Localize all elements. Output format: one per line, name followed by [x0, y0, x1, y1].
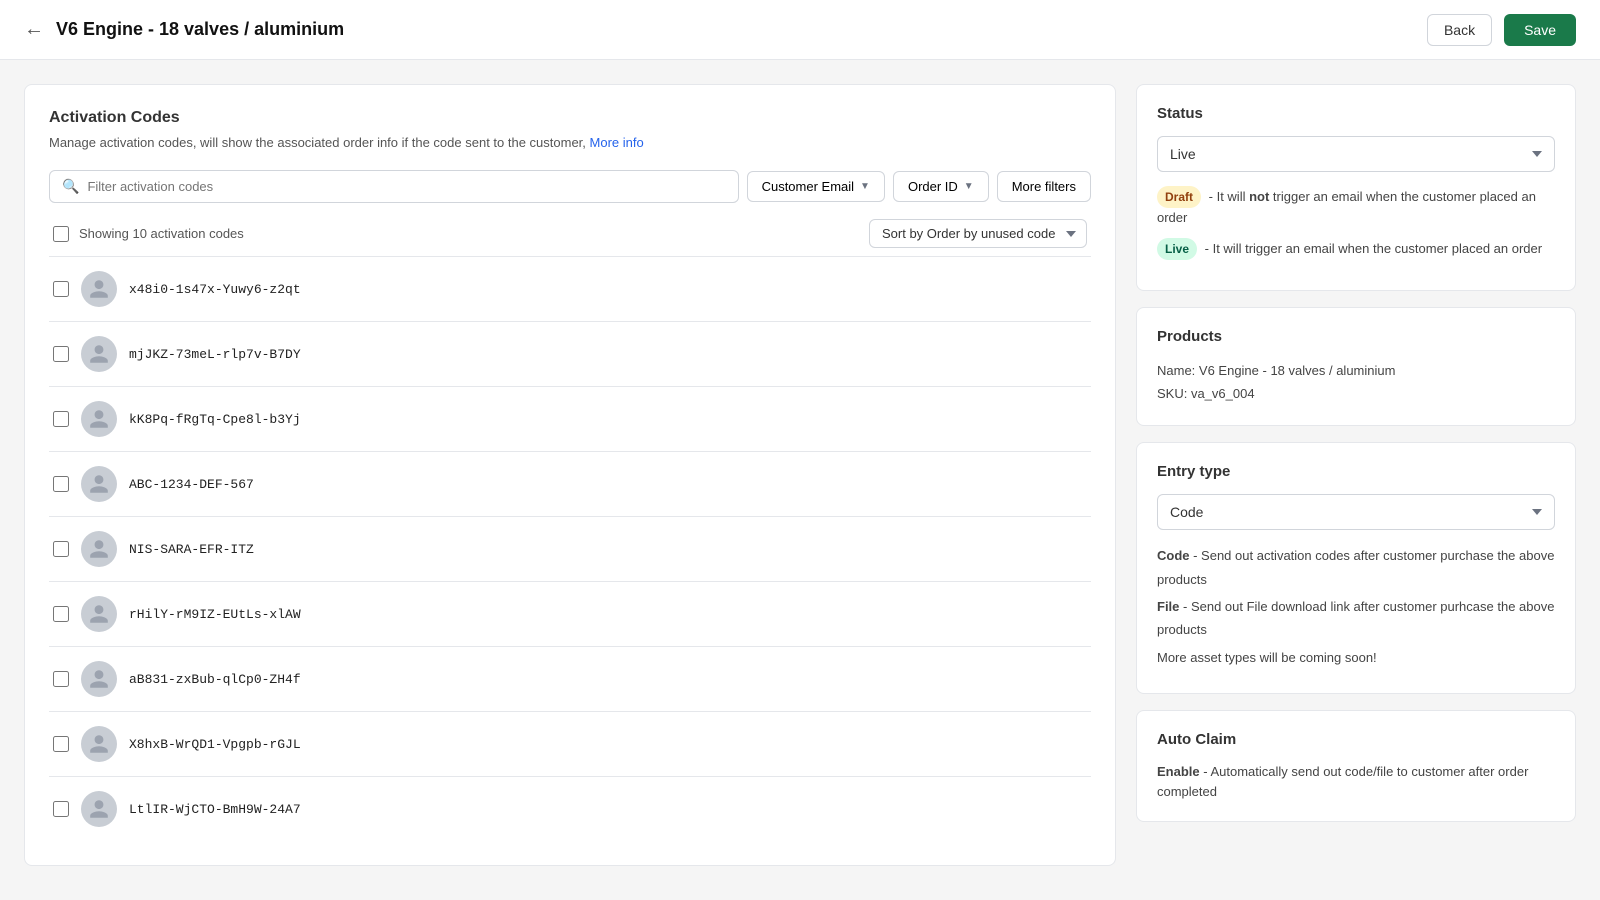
draft-badge: Draft [1157, 186, 1201, 208]
code-checkbox[interactable] [53, 671, 69, 687]
file-bold: File [1157, 599, 1179, 614]
chevron-down-icon: ▼ [860, 181, 870, 192]
select-all-checkbox[interactable] [53, 226, 69, 242]
code-item: mjJKZ-73meL-rlp7v-B7DY [49, 322, 1091, 387]
entry-type-info: Code - Send out activation codes after c… [1157, 544, 1555, 669]
status-select-wrap: Live Draft [1157, 136, 1555, 172]
auto-claim-info: Enable - Automatically send out code/fil… [1157, 762, 1555, 801]
top-bar-left: ← V6 Engine - 18 valves / aluminium [24, 18, 344, 41]
code-checkbox[interactable] [53, 476, 69, 492]
top-bar-right: Back Save [1427, 14, 1576, 46]
code-bold: Code [1157, 548, 1190, 563]
enable-bold: Enable [1157, 764, 1200, 779]
chevron-down-icon: ▼ [964, 181, 974, 192]
live-desc: - It will trigger an email when the cust… [1205, 241, 1542, 256]
order-id-filter[interactable]: Order ID ▼ [893, 171, 989, 202]
code-text: X8hxB-WrQD1-Vpgpb-rGJL [129, 737, 301, 752]
entry-type-title: Entry type [1157, 463, 1555, 480]
code-text: ABC-1234-DEF-567 [129, 477, 254, 492]
code-text: aB831-zxBub-qlCp0-ZH4f [129, 672, 301, 687]
right-panel: Status Live Draft Draft - It will not tr… [1136, 84, 1576, 866]
more-filters-button[interactable]: More filters [997, 171, 1091, 202]
coming-soon-text: More asset types will be coming soon! [1157, 646, 1555, 669]
live-status-info: Live - It will trigger an email when the… [1157, 238, 1555, 260]
avatar [81, 596, 117, 632]
showing-count: Showing 10 activation codes [79, 226, 244, 241]
filters-row: 🔍 Customer Email ▼ Order ID ▼ More filte… [49, 170, 1091, 203]
avatar [81, 466, 117, 502]
products-name: Name: V6 Engine - 18 valves / aluminium … [1157, 359, 1555, 406]
page-title: V6 Engine - 18 valves / aluminium [56, 19, 344, 40]
code-item: rHilY-rM9IZ-EUtLs-xlAW [49, 582, 1091, 647]
entry-type-select[interactable]: Code File [1157, 494, 1555, 530]
list-header: Showing 10 activation codes Sort by Orde… [49, 219, 1091, 248]
code-item: kK8Pq-fRgTq-Cpe8l-b3Yj [49, 387, 1091, 452]
code-checkbox[interactable] [53, 281, 69, 297]
auto-claim-card: Auto Claim Enable - Automatically send o… [1136, 710, 1576, 822]
code-text: LtlIR-WjCTO-BmH9W-24A7 [129, 802, 301, 817]
back-arrow-button[interactable]: ← [24, 18, 44, 41]
code-checkbox[interactable] [53, 411, 69, 427]
sort-select[interactable]: Sort by Order by unused code [869, 219, 1087, 248]
status-select[interactable]: Live Draft [1157, 136, 1555, 172]
code-checkbox[interactable] [53, 346, 69, 362]
avatar [81, 726, 117, 762]
products-title: Products [1157, 328, 1555, 345]
code-item: aB831-zxBub-qlCp0-ZH4f [49, 647, 1091, 712]
code-item: NIS-SARA-EFR-ITZ [49, 517, 1091, 582]
status-title: Status [1157, 105, 1555, 122]
code-checkbox[interactable] [53, 736, 69, 752]
code-item: x48i0-1s47x-Yuwy6-z2qt [49, 257, 1091, 322]
back-button[interactable]: Back [1427, 14, 1492, 46]
code-item: LtlIR-WjCTO-BmH9W-24A7 [49, 777, 1091, 841]
code-text: rHilY-rM9IZ-EUtLs-xlAW [129, 607, 301, 622]
search-box: 🔍 [49, 170, 739, 203]
code-item: X8hxB-WrQD1-Vpgpb-rGJL [49, 712, 1091, 777]
avatar [81, 401, 117, 437]
auto-claim-title: Auto Claim [1157, 731, 1555, 748]
code-text: x48i0-1s47x-Yuwy6-z2qt [129, 282, 301, 297]
more-info-link[interactable]: More info [590, 135, 644, 150]
draft-status-info: Draft - It will not trigger an email whe… [1157, 186, 1555, 228]
search-icon: 🔍 [62, 178, 79, 195]
entry-type-card: Entry type Code File Code - Send out act… [1136, 442, 1576, 694]
save-button[interactable]: Save [1504, 14, 1576, 46]
products-card: Products Name: V6 Engine - 18 valves / a… [1136, 307, 1576, 427]
top-bar: ← V6 Engine - 18 valves / aluminium Back… [0, 0, 1600, 60]
section-title: Activation Codes [49, 109, 1091, 127]
code-text: NIS-SARA-EFR-ITZ [129, 542, 254, 557]
main-content: Activation Codes Manage activation codes… [0, 60, 1600, 890]
customer-email-filter[interactable]: Customer Email ▼ [747, 171, 885, 202]
code-text: mjJKZ-73meL-rlp7v-B7DY [129, 347, 301, 362]
left-panel: Activation Codes Manage activation codes… [24, 84, 1116, 866]
avatar [81, 531, 117, 567]
search-input[interactable] [87, 179, 725, 194]
avatar [81, 271, 117, 307]
code-item: ABC-1234-DEF-567 [49, 452, 1091, 517]
status-card: Status Live Draft Draft - It will not tr… [1136, 84, 1576, 291]
live-badge: Live [1157, 238, 1197, 260]
avatar [81, 661, 117, 697]
code-checkbox[interactable] [53, 541, 69, 557]
section-desc: Manage activation codes, will show the a… [49, 135, 1091, 150]
code-checkbox[interactable] [53, 606, 69, 622]
code-text: kK8Pq-fRgTq-Cpe8l-b3Yj [129, 412, 301, 427]
code-list: x48i0-1s47x-Yuwy6-z2qt mjJKZ-73meL-rlp7v… [49, 256, 1091, 841]
avatar [81, 791, 117, 827]
code-checkbox[interactable] [53, 801, 69, 817]
draft-desc: - It will not trigger an email when the … [1157, 189, 1536, 225]
avatar [81, 336, 117, 372]
